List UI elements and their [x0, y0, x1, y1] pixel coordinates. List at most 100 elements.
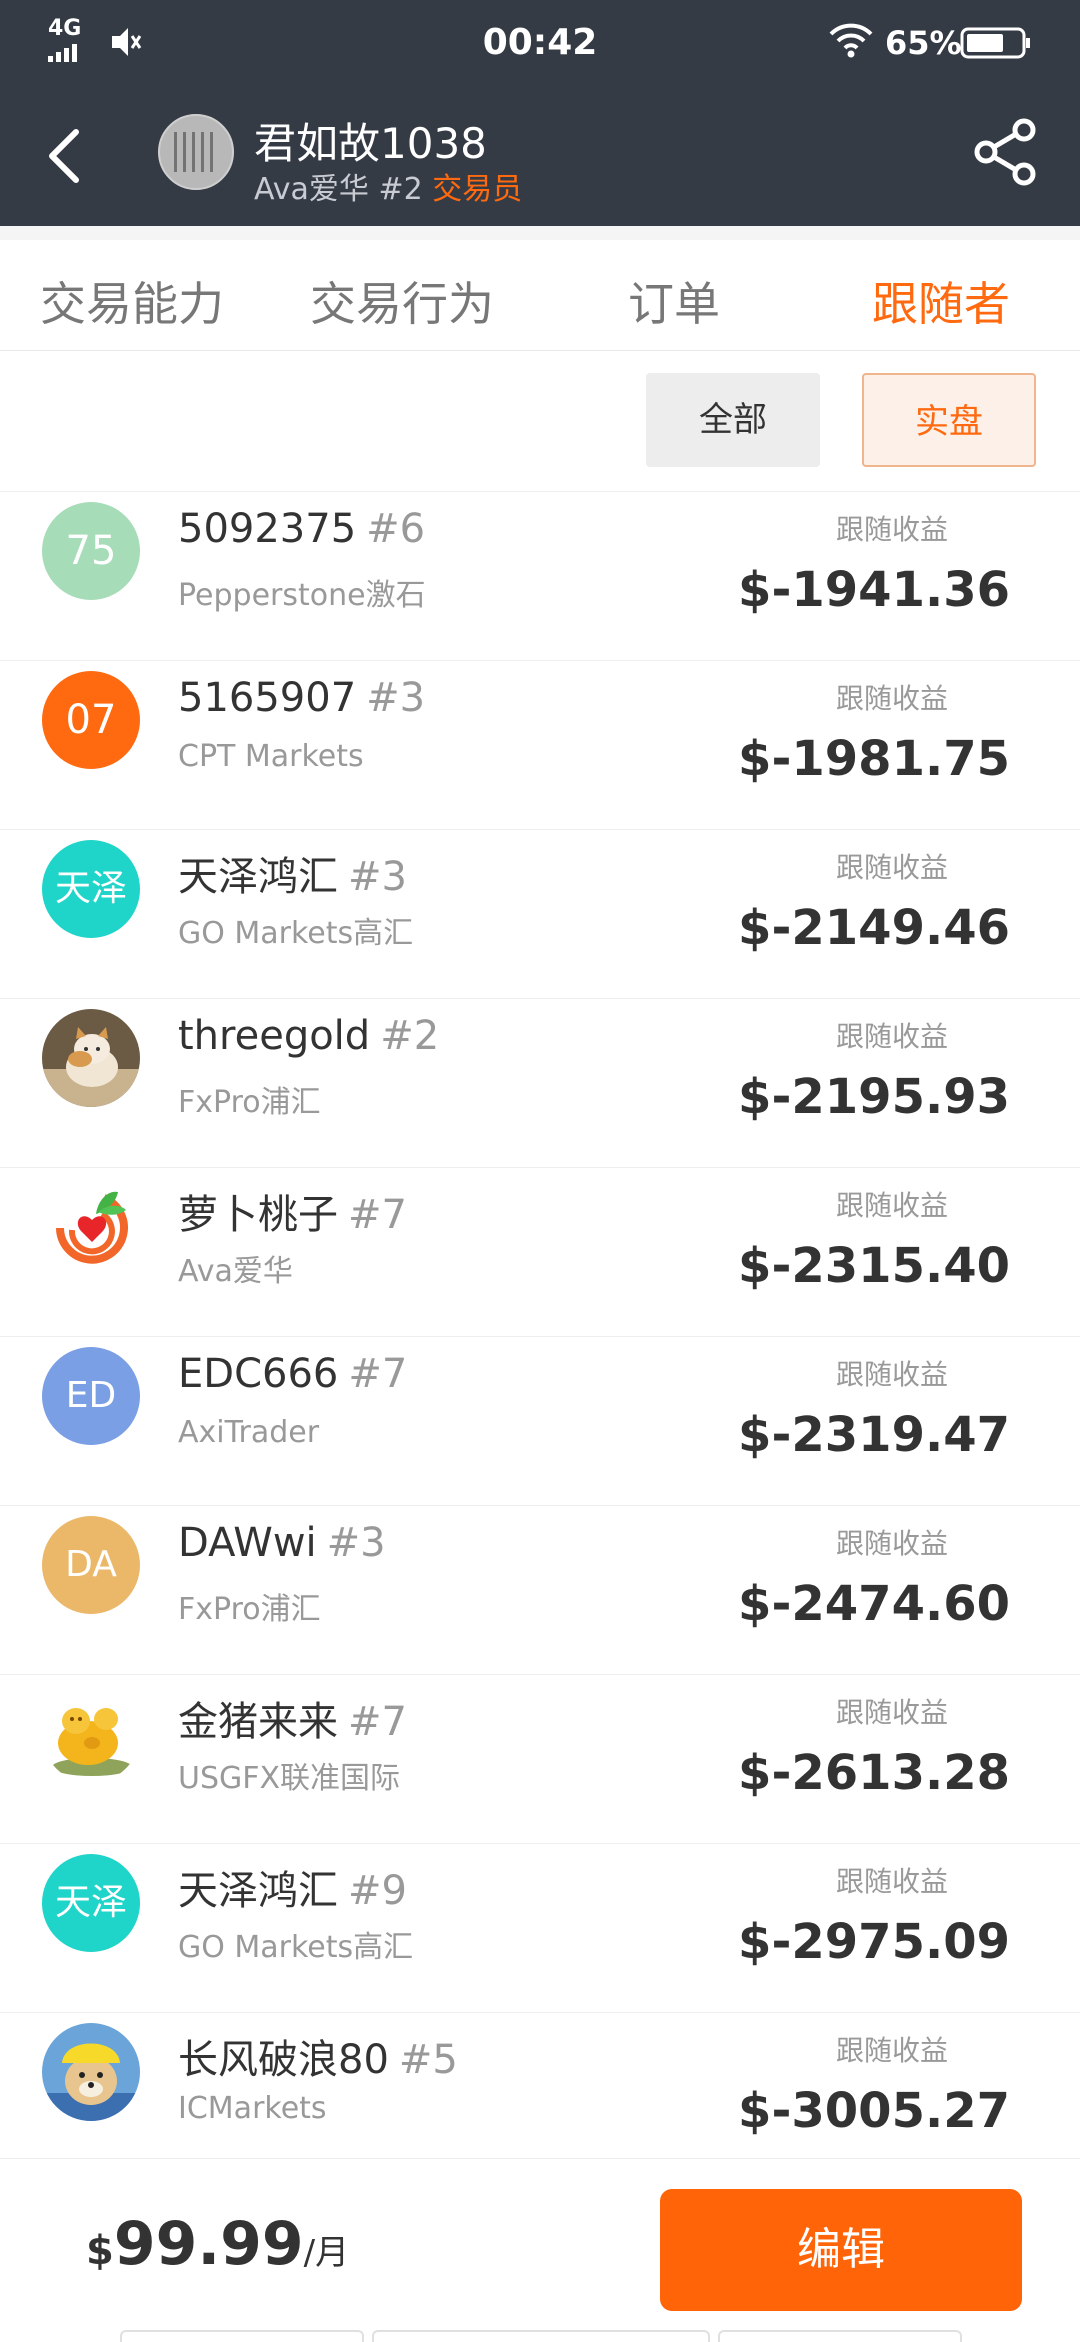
follower-avatar: ED [42, 1347, 140, 1445]
follower-profit-label: 跟随收益 [836, 682, 949, 715]
follower-broker: Ava爱华 [178, 1254, 293, 1289]
price-currency: $ [86, 2228, 114, 2274]
follower-row[interactable]: threegold #2 FxPro浦汇 跟随收益 $-2195.93 [0, 999, 1080, 1168]
follower-profit: $-2195.93 [738, 1069, 1010, 1125]
dog-photo-avatar [42, 2023, 140, 2121]
follower-broker: GO Markets高汇 [178, 916, 414, 951]
back-arrow-icon[interactable] [40, 126, 100, 186]
follower-name: 长风破浪80 [178, 2037, 389, 2083]
follower-name-line: threegold #2 [178, 1013, 439, 1059]
profile-header: 君如故1038 Ava爱华 #2 交易员 [0, 86, 1080, 226]
follower-rank: #3 [348, 854, 407, 900]
follower-profit-label: 跟随收益 [836, 1865, 949, 1898]
price-amount: 99.99 [113, 2209, 304, 2279]
follower-profit: $-2149.46 [738, 900, 1010, 956]
follower-broker: FxPro浦汇 [178, 1085, 321, 1120]
battery-percent: 65% [885, 24, 962, 62]
trader-broker: Ava爱华 [254, 172, 369, 207]
follower-rank: #3 [326, 1520, 386, 1566]
trader-name: 君如故1038 [254, 119, 487, 168]
follower-name: DAWwi [178, 1520, 317, 1566]
follower-profit-label: 跟随收益 [836, 1358, 949, 1391]
filter-real-button[interactable]: 实盘 [862, 373, 1036, 467]
follower-rank: #5 [398, 2037, 458, 2083]
follower-rank: #7 [348, 1192, 407, 1238]
follower-name-line: EDC666 #7 [178, 1351, 407, 1397]
follower-rank: #9 [348, 1868, 407, 1914]
follower-broker: AxiTrader [178, 1415, 320, 1450]
follower-name-line: 5165907 #3 [178, 675, 425, 721]
follower-profit: $-2975.09 [738, 1914, 1010, 1970]
follower-profit: $-2315.40 [738, 1238, 1010, 1294]
follower-profit: $-2474.60 [738, 1576, 1010, 1632]
follower-profit: $-2613.28 [738, 1745, 1010, 1801]
follower-row[interactable]: DA DAWwi #3 FxPro浦汇 跟随收益 $-2474.60 [0, 1506, 1080, 1675]
trader-avatar[interactable] [158, 114, 234, 190]
follower-profit: $-1941.36 [738, 562, 1010, 618]
status-bar: 4G 00:42 65% [0, 0, 1080, 86]
follower-name-line: 天泽鸿汇 #9 [178, 1858, 407, 1916]
follower-row[interactable]: 天泽 天泽鸿汇 #9 GO Markets高汇 跟随收益 $-2975.09 [0, 1844, 1080, 2013]
follower-profit-label: 跟随收益 [836, 1527, 949, 1560]
follower-avatar: 07 [42, 671, 140, 769]
follower-name-line: 天泽鸿汇 #3 [178, 844, 407, 902]
cat-photo-avatar [42, 1009, 140, 1107]
tab-bar: 交易能力 交易行为 订单 跟随者 [0, 240, 1080, 351]
follower-broker: CPT Markets [178, 739, 364, 774]
tab-trading-ability[interactable]: 交易能力 [40, 268, 224, 334]
follower-name: EDC666 [178, 1351, 339, 1397]
follower-row[interactable]: 长风破浪80 #5 ICMarkets 跟随收益 $-3005.27 [0, 2013, 1080, 2182]
trader-rank: #2 [378, 172, 423, 207]
follower-avatar: 天泽 [42, 1854, 140, 1952]
nav-hint [372, 2330, 710, 2342]
follower-row[interactable]: 天泽 天泽鸿汇 #3 GO Markets高汇 跟随收益 $-2149.46 [0, 830, 1080, 999]
follower-profit-label: 跟随收益 [836, 851, 949, 884]
follower-avatar: 天泽 [42, 840, 140, 938]
follower-name-line: 长风破浪80 #5 [178, 2027, 458, 2085]
follower-broker: Pepperstone激石 [178, 578, 426, 613]
follower-profit-label: 跟随收益 [836, 2034, 949, 2067]
follower-name-line: 5092375 #6 [178, 506, 425, 552]
header-divider [0, 226, 1080, 240]
follower-name: 天泽鸿汇 [178, 854, 338, 900]
golden-pig-avatar [42, 1685, 140, 1783]
follower-broker: ICMarkets [178, 2091, 327, 2126]
follower-profit-label: 跟随收益 [836, 513, 949, 546]
follower-list: 75 5092375 #6 Pepperstone激石 跟随收益 $-1941.3… [0, 492, 1080, 2182]
follower-profit-label: 跟随收益 [836, 1020, 949, 1053]
follower-name-line: 萝卜桃子 #7 [178, 1182, 407, 1240]
follower-rank: #7 [348, 1351, 408, 1397]
follower-broker: FxPro浦汇 [178, 1592, 321, 1627]
tab-followers[interactable]: 跟随者 [872, 268, 1010, 334]
edit-button[interactable]: 编辑 [660, 2189, 1022, 2311]
follower-row[interactable]: 萝卜桃子 #7 Ava爱华 跟随收益 $-2315.40 [0, 1168, 1080, 1337]
subscription-bar: $99.99/月 编辑 [0, 2158, 1080, 2341]
share-icon[interactable] [970, 116, 1042, 188]
follower-rank: #2 [380, 1013, 440, 1059]
follower-name: 金猪来来 [178, 1699, 338, 1745]
filter-all-button[interactable]: 全部 [646, 373, 820, 467]
follower-row[interactable]: 07 5165907 #3 CPT Markets 跟随收益 $-1981.75 [0, 661, 1080, 830]
follower-rank: #3 [366, 675, 426, 721]
follower-row[interactable]: 金猪来来 #7 USGFX联准国际 跟随收益 $-2613.28 [0, 1675, 1080, 1844]
tab-orders[interactable]: 订单 [628, 268, 720, 334]
follower-profit: $-3005.27 [738, 2083, 1010, 2139]
follower-broker: GO Markets高汇 [178, 1930, 414, 1965]
follower-name: 5092375 [178, 506, 357, 552]
wifi-icon [829, 23, 873, 58]
follower-name-line: DAWwi #3 [178, 1520, 386, 1566]
follower-profit-label: 跟随收益 [836, 1696, 949, 1729]
radish-logo-avatar [42, 1178, 140, 1276]
follower-name: 萝卜桃子 [178, 1192, 338, 1238]
follower-name: 天泽鸿汇 [178, 1868, 338, 1914]
follower-row[interactable]: ED EDC666 #7 AxiTrader 跟随收益 $-2319.47 [0, 1337, 1080, 1506]
trader-role-badge: 交易员 [432, 172, 523, 207]
follower-row[interactable]: 75 5092375 #6 Pepperstone激石 跟随收益 $-1941.3… [0, 492, 1080, 661]
follower-rank: #6 [366, 506, 426, 552]
follower-avatar: 75 [42, 502, 140, 600]
price-unit: /月 [303, 2233, 350, 2273]
tab-trading-behavior[interactable]: 交易行为 [310, 268, 494, 334]
filter-bar: 全部 实盘 [0, 351, 1080, 492]
follower-broker: USGFX联准国际 [178, 1761, 401, 1796]
follower-profit-label: 跟随收益 [836, 1189, 949, 1222]
